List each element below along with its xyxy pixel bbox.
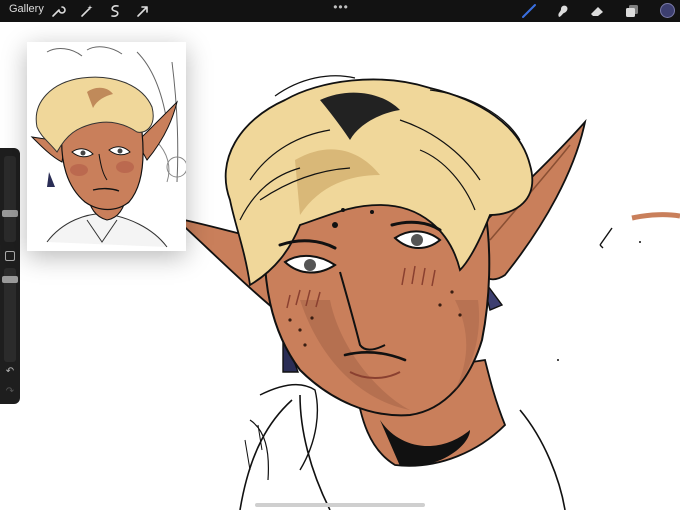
eraser-icon[interactable]: [589, 3, 605, 19]
magic-wand-icon[interactable]: [79, 3, 95, 19]
brush-icon[interactable]: [521, 3, 537, 19]
smudge-icon[interactable]: [555, 3, 571, 19]
transform-arrow-icon[interactable]: [135, 3, 151, 19]
more-options-icon[interactable]: •••: [332, 1, 350, 13]
color-picker-swatch[interactable]: [660, 3, 675, 18]
top-toolbar: Gallery •••: [0, 0, 680, 22]
selection-icon[interactable]: [107, 3, 123, 19]
gallery-button[interactable]: Gallery: [9, 3, 44, 15]
home-indicator: [255, 503, 425, 507]
wrench-icon[interactable]: [50, 3, 66, 19]
reference-image-window[interactable]: [27, 42, 186, 251]
reference-sketch: [27, 42, 186, 251]
layers-icon[interactable]: [624, 3, 640, 19]
